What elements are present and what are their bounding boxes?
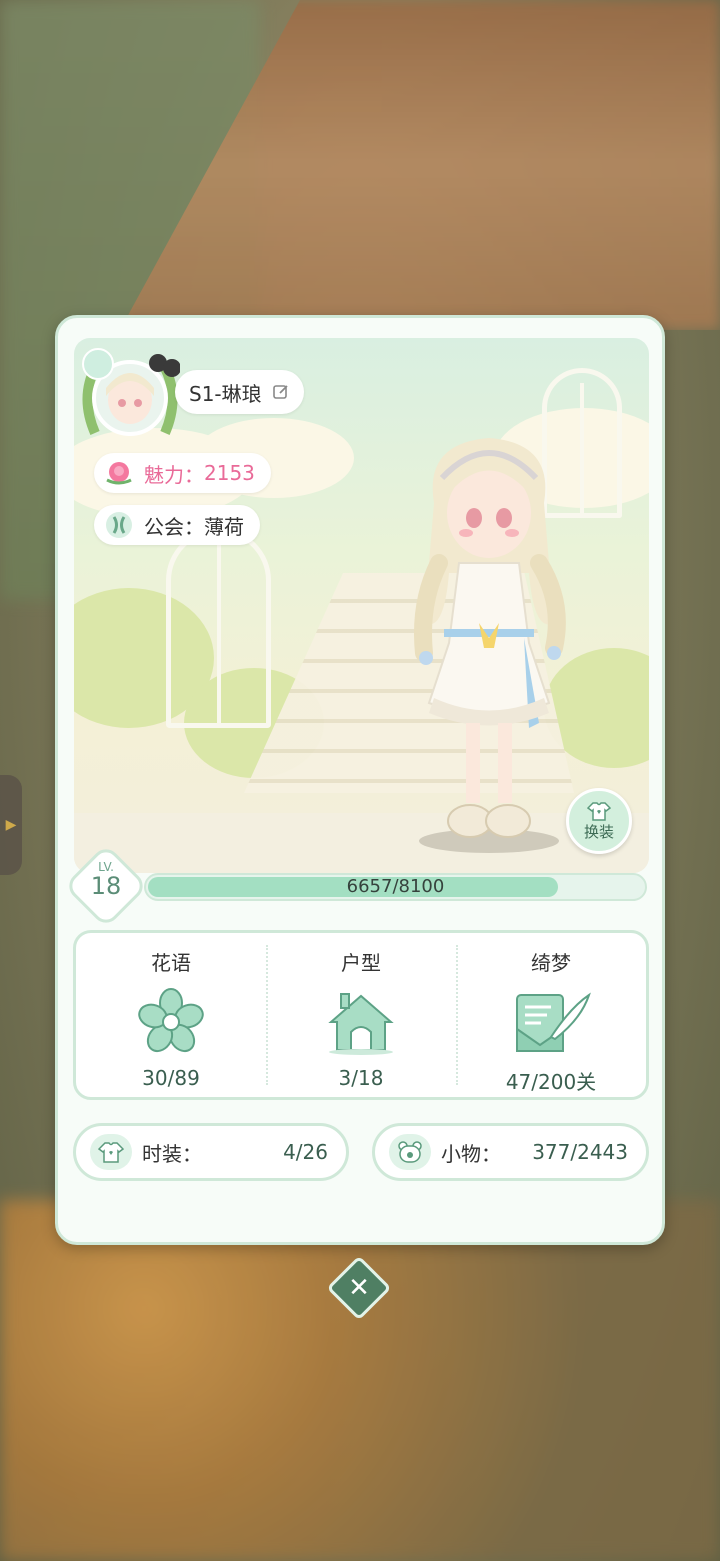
level-text: LV. 18	[76, 860, 136, 898]
background-garden	[0, 1200, 720, 1561]
player-character	[414, 438, 566, 853]
player-name-pill[interactable]: S1-琳琅	[175, 370, 304, 414]
xp-progress-bar: 6657/8100	[144, 873, 647, 901]
stat-house-type[interactable]: 户型 3/18	[266, 933, 456, 1097]
flower-icon	[131, 986, 211, 1058]
guild-value: 薄荷	[204, 514, 244, 539]
xp-progress-text: 6657/8100	[346, 876, 445, 897]
stat-value: 47/200关	[505, 1070, 597, 1094]
guild-label: 公会：	[144, 514, 204, 539]
stat-value: 30/89	[142, 1066, 200, 1090]
rose-icon	[102, 458, 136, 488]
items-label: 小物：	[441, 1141, 501, 1166]
guild-emblem-icon	[102, 510, 136, 540]
charm-value: 2153	[204, 461, 255, 485]
items-count-pill[interactable]: 小物： 377/2443	[372, 1123, 649, 1181]
collection-stats-panel: 花语 30/89 户型 3/18 绮梦 47/200关	[73, 930, 649, 1100]
shirt-icon	[587, 801, 611, 821]
player-name: S1-琳琅	[189, 381, 262, 406]
stat-dream[interactable]: 绮梦 47/200关	[456, 933, 646, 1097]
profile-card: S1-琳琅 魅力： 2153 公会： 薄荷 换装 LV. 18 6657/810…	[55, 315, 665, 1245]
house-icon	[321, 986, 401, 1058]
quill-letter-icon	[511, 986, 591, 1058]
fashion-label: 时装：	[142, 1141, 202, 1166]
stat-title: 绮梦	[531, 951, 571, 975]
gear-icon[interactable]	[82, 348, 114, 380]
fashion-value: 4/26	[283, 1140, 328, 1164]
stat-value: 3/18	[338, 1066, 384, 1090]
edit-icon[interactable]	[272, 383, 290, 401]
items-value: 377/2443	[532, 1140, 628, 1164]
dress-up-button[interactable]: 换装	[566, 788, 632, 854]
stat-title: 户型	[341, 951, 381, 975]
teddy-bear-icon	[389, 1134, 431, 1170]
stat-flower-language[interactable]: 花语 30/89	[76, 933, 266, 1097]
close-icon[interactable]: ✕	[336, 1265, 382, 1311]
arrow-right-icon: ▶	[5, 817, 17, 833]
stat-title: 花语	[151, 951, 191, 975]
shirt-icon	[90, 1134, 132, 1170]
side-drawer-tab[interactable]: ▶	[0, 775, 22, 875]
charm-label: 魅力：	[144, 462, 204, 487]
fashion-count-pill[interactable]: 时装： 4/26	[73, 1123, 349, 1181]
level-value: 18	[90, 872, 122, 900]
guild-pill[interactable]: 公会： 薄荷	[94, 505, 260, 545]
charm-pill: 魅力： 2153	[94, 453, 271, 493]
dress-up-label: 换装	[583, 822, 614, 841]
